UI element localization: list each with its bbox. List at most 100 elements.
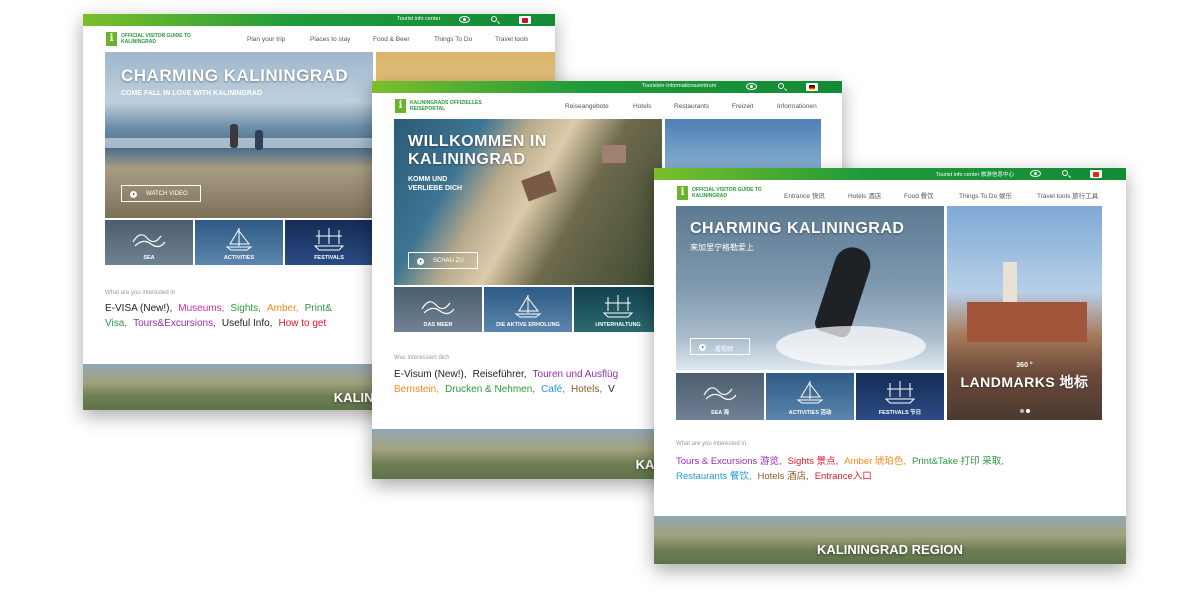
info-logo-icon[interactable]: i — [106, 32, 117, 46]
tile-activities[interactable]: ACTIVITIES 活动 — [766, 373, 854, 420]
interest-link[interactable]: Tours & Excursions 游览, — [676, 456, 782, 467]
search-icon[interactable] — [778, 83, 784, 89]
nav-travel-tools[interactable]: Travel tools — [495, 36, 528, 43]
nav-restaurants[interactable]: Restaurants — [674, 103, 709, 110]
nav-places-to-stay[interactable]: Places to stay — [310, 36, 350, 43]
tile-das-meer[interactable]: DAS MEER — [394, 287, 482, 332]
interest-link[interactable]: Café, — [541, 384, 565, 395]
nav-plan-trip[interactable]: Plan your trip — [247, 36, 285, 43]
watch-video-button[interactable]: SCHAU ZU — [408, 252, 478, 269]
interest-heading: What are you interested in — [676, 441, 747, 447]
wave-icon — [132, 234, 166, 248]
interest-link[interactable]: Museums, — [178, 303, 224, 314]
watch-video-button[interactable]: 看视频 — [690, 338, 750, 355]
tile-festivals[interactable]: FESTIVALS — [285, 220, 373, 265]
landmarks-degree: 360 ° — [1016, 362, 1033, 369]
landmarks-title: LANDMARKS 地标 — [960, 374, 1089, 390]
interest-link[interactable]: Print&Take 打印 采取, — [912, 456, 1004, 467]
interest-link[interactable]: E-Visum (New!), — [394, 369, 467, 380]
nav-food-beer[interactable]: Food & Beer — [373, 36, 410, 43]
interest-link[interactable]: Visa, — [105, 318, 127, 329]
tile-aktive-erholung[interactable]: DIE AKTIVE ERHOLUNG — [484, 287, 572, 332]
nav-things-to-do[interactable]: Things To Do — [434, 36, 472, 43]
info-logo-icon[interactable]: i — [677, 186, 688, 200]
surf-line — [105, 138, 373, 148]
play-icon — [699, 344, 706, 351]
interest-link[interactable]: Reiseführer, — [473, 369, 527, 380]
nav-travel-tools[interactable]: Travel tools 旅行工具 — [1037, 190, 1098, 200]
nav-freizeit[interactable]: Freizeit — [732, 103, 753, 110]
nav-reiseangebote[interactable]: Reiseangebote — [565, 103, 609, 110]
interest-links: E-Visum (New!), Reiseführer, Touren und Au… — [394, 367, 624, 397]
nav-hotels[interactable]: Hotels 酒店 — [848, 190, 881, 200]
interest-link[interactable]: E-VISA (New!), — [105, 303, 172, 314]
top-bar: Tourist info center — [83, 14, 555, 26]
interest-link[interactable]: Touren und Ausflüg — [533, 369, 619, 380]
hero-title: CHARMING KALININGRAD — [690, 220, 905, 237]
interest-link[interactable]: Restaurants 餐饮, — [676, 471, 752, 482]
interest-link[interactable]: Sights, — [230, 303, 261, 314]
ship-icon — [313, 228, 345, 251]
nav-informationen[interactable]: Informationen — [777, 103, 817, 110]
wave-splash — [776, 326, 926, 366]
tourist-info-link[interactable]: Touristen-Informationszentrum — [642, 83, 716, 89]
landmarks-card[interactable]: 360 ° LANDMARKS 地标 — [947, 206, 1102, 420]
interest-link[interactable]: Drucken & Nehmen, — [445, 384, 535, 395]
site-logo-text[interactable]: OFFICIAL VISITOR GUIDE TO KALININGRAD — [692, 187, 782, 199]
accessibility-eye-icon[interactable] — [1030, 170, 1041, 177]
browser-window-chinese: Tourist info center 旅游信息中心 i OFFICIAL VI… — [654, 168, 1126, 564]
top-bar: Touristen-Informationszentrum — [372, 81, 842, 93]
accessibility-eye-icon[interactable] — [459, 16, 470, 23]
tourist-info-link[interactable]: Tourist info center 旅游信息中心 — [936, 170, 1014, 178]
hero-subtitle: COME FALL IN LOVE WITH KALININGRAD — [121, 90, 263, 97]
hero-title: WILLKOMMEN IN KALININGRAD — [408, 133, 547, 168]
interest-link[interactable]: Amber 琥珀色, — [844, 456, 906, 467]
hero-banner[interactable]: WILLKOMMEN IN KALININGRAD KOMM UND VERLI… — [394, 119, 662, 285]
interest-link[interactable]: Useful Info, — [222, 318, 273, 329]
interest-link[interactable]: V — [608, 384, 615, 395]
tile-activities[interactable]: ACTIVITIES — [195, 220, 283, 265]
tile-sea[interactable]: SEA — [105, 220, 193, 265]
carousel-dots[interactable] — [1019, 400, 1031, 418]
tile-sea[interactable]: SEA 海 — [676, 373, 764, 420]
interest-link[interactable]: Print& — [305, 303, 332, 314]
pier-building — [602, 145, 626, 163]
interest-link[interactable]: How to get — [278, 318, 326, 329]
sailboat-icon — [514, 295, 542, 318]
top-bar: Tourist info center 旅游信息中心 — [654, 168, 1126, 180]
ship-icon — [884, 381, 916, 404]
accessibility-eye-icon[interactable] — [746, 83, 757, 90]
hero-banner[interactable]: CHARMING KALININGRAD 来加里宁格勒爱上 看视频 — [676, 206, 944, 370]
site-logo-text[interactable]: KALININGRADS OFFIZIELLES REISEPORTAL — [410, 100, 500, 112]
nav-things-to-do[interactable]: Things To Do 娱乐 — [959, 190, 1012, 200]
search-icon[interactable] — [1062, 170, 1068, 176]
nav-hotels[interactable]: Hotels — [633, 103, 651, 110]
nav-entrance[interactable]: Entrance 快讯 — [784, 190, 825, 200]
tile-unterhaltung[interactable]: UNTERHALTUNG — [574, 287, 662, 332]
info-logo-icon[interactable]: i — [395, 99, 406, 113]
watch-video-button[interactable]: WATCH VIDEO — [121, 185, 201, 202]
interest-link[interactable]: Hotels, — [571, 384, 602, 395]
interest-link[interactable]: Entrance入口 — [815, 471, 872, 482]
tile-festivals[interactable]: FESTIVALS 节日 — [856, 373, 944, 420]
interest-link[interactable]: Amber, — [267, 303, 299, 314]
hero-banner[interactable]: CHARMING KALININGRAD COME FALL IN LOVE W… — [105, 52, 373, 218]
sailboat-icon — [796, 381, 824, 404]
language-flag-icon[interactable] — [1090, 170, 1102, 178]
nav-food[interactable]: Food 餐饮 — [904, 190, 934, 200]
pier-building — [521, 170, 557, 202]
interest-link[interactable]: Tours&Excursions, — [133, 318, 216, 329]
interest-link[interactable]: Bernstein, — [394, 384, 439, 395]
interest-heading: Was interessiert dich — [394, 355, 450, 361]
carousel-dot[interactable] — [1020, 409, 1024, 413]
language-flag-icon[interactable] — [519, 16, 531, 24]
tourist-info-link[interactable]: Tourist info center — [397, 16, 440, 22]
interest-link[interactable]: Sights 景点, — [788, 456, 839, 467]
region-banner[interactable]: KALININGRAD REGION — [654, 516, 1126, 564]
language-flag-icon[interactable] — [806, 83, 818, 91]
carousel-dot[interactable] — [1026, 409, 1030, 413]
hero-subtitle: 来加里宁格勒爱上 — [690, 243, 754, 252]
search-icon[interactable] — [491, 16, 497, 22]
site-logo-text[interactable]: OFFICIAL VISITOR GUIDE TO KALININGRAD — [121, 33, 211, 45]
interest-link[interactable]: Hotels 酒店, — [758, 471, 809, 482]
